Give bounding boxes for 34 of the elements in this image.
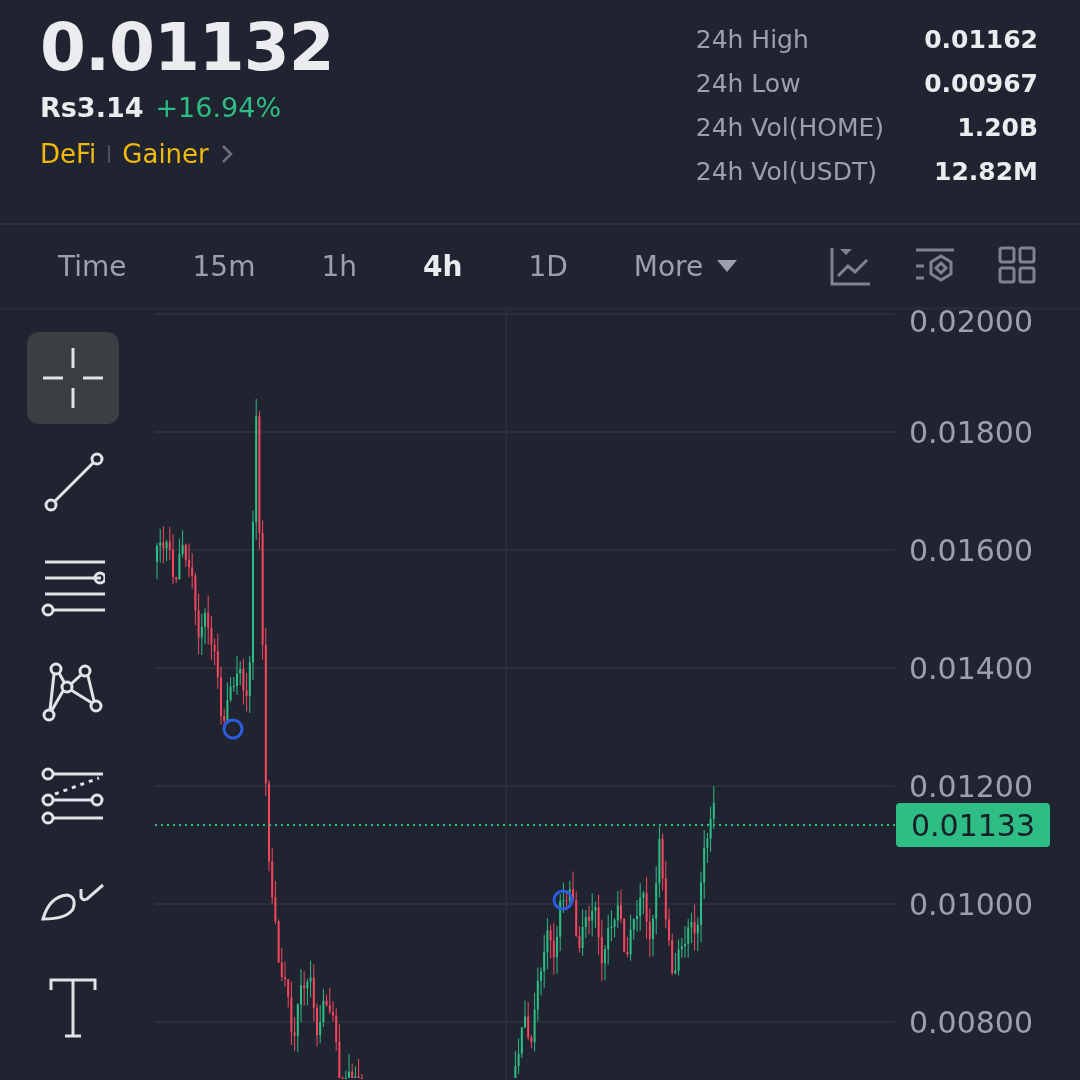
stat-label: 24h High bbox=[695, 24, 810, 56]
stat-value: 0.01162 bbox=[924, 24, 1038, 56]
price-change: +16.94% bbox=[155, 92, 282, 123]
drawing-tool[interactable] bbox=[26, 332, 119, 424]
interval-tab[interactable]: Time bbox=[58, 249, 127, 283]
current-price-tag: 0.01133 bbox=[896, 803, 1050, 847]
interval-tab[interactable]: 4h bbox=[423, 249, 463, 283]
stat-label: 24h Vol(USDT) bbox=[695, 156, 878, 188]
stat-value: 1.20B bbox=[956, 112, 1038, 144]
stat-value: 0.00967 bbox=[924, 68, 1038, 100]
price-axis-label: 0.01800 bbox=[908, 415, 1033, 450]
category-tag[interactable]: Gainer bbox=[122, 139, 209, 169]
interval-tab[interactable]: 1h bbox=[321, 249, 357, 283]
indicator-chart-icon[interactable] bbox=[830, 246, 870, 286]
price-axis-label: 0.01600 bbox=[908, 533, 1033, 568]
circle-marker bbox=[222, 718, 244, 740]
price-axis-label: 0.01200 bbox=[908, 769, 1033, 804]
crosshair-icon bbox=[40, 346, 105, 410]
stat-label: 24h Low bbox=[695, 68, 802, 100]
price-axis-label: 0.02000 bbox=[908, 310, 1033, 339]
chevron-right-icon[interactable] bbox=[220, 144, 233, 164]
last-price: 0.01132 bbox=[40, 8, 334, 88]
stat-label: 24h Vol(HOME) bbox=[695, 112, 885, 144]
category-tag[interactable]: DeFi bbox=[40, 139, 97, 169]
circle-marker bbox=[552, 889, 574, 911]
price-axis-label: 0.00800 bbox=[908, 1005, 1033, 1040]
price-axis-label: 0.01000 bbox=[908, 887, 1033, 922]
local-price: Rs3.14 bbox=[40, 92, 144, 123]
stat-value: 12.82M bbox=[933, 156, 1038, 188]
interval-tab[interactable]: More bbox=[633, 249, 738, 283]
price-axis-label: 0.01400 bbox=[908, 651, 1033, 686]
interval-tab[interactable]: 1D bbox=[528, 249, 568, 283]
interval-tab[interactable]: 15m bbox=[192, 249, 256, 283]
grid-layout-icon[interactable] bbox=[998, 246, 1036, 286]
